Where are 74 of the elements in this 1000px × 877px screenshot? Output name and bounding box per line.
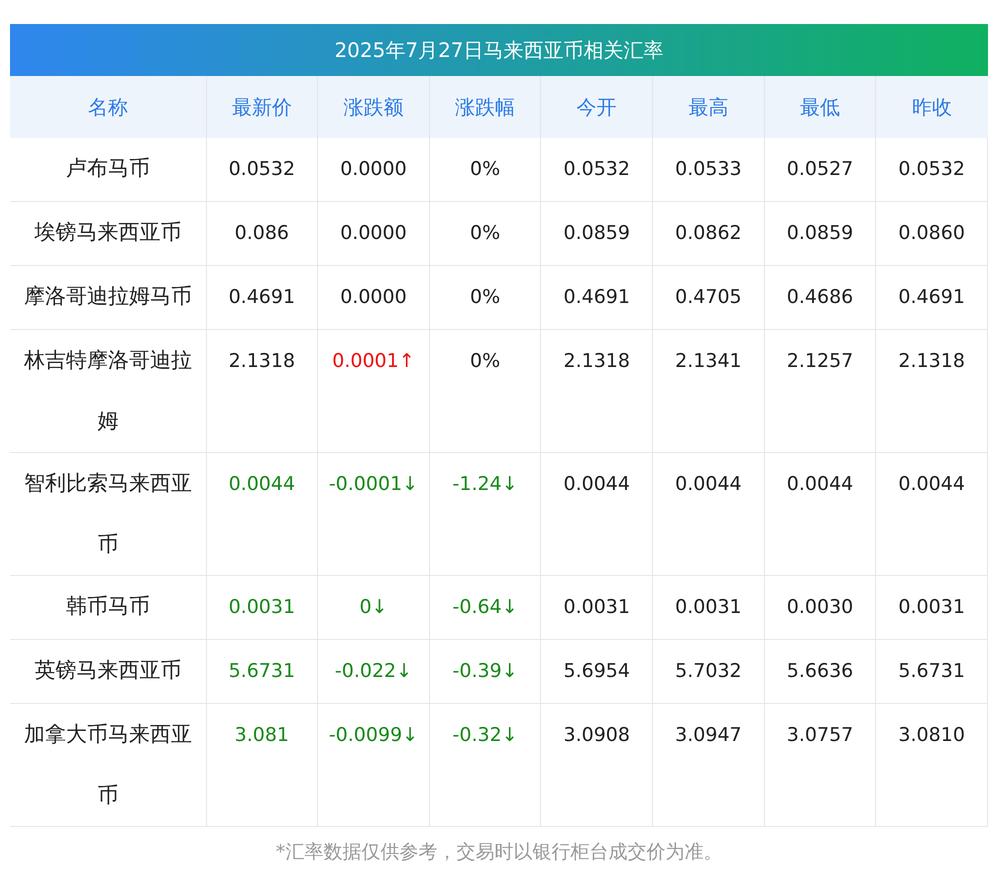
table-title: 2025年7月27日马来西亚币相关汇率 <box>10 24 988 76</box>
table-cell: 3.0908 <box>540 704 653 826</box>
column-header: 最低 <box>764 76 876 138</box>
table-cell: 0.0001↑ <box>318 330 430 452</box>
table-cell: 0.4686 <box>764 266 876 330</box>
column-header: 名称 <box>10 76 206 138</box>
table-cell: -0.32↓ <box>429 704 541 826</box>
table-cell: 0.0031 <box>876 576 988 640</box>
table-cell: 0.0000 <box>318 202 430 266</box>
table-cell: 0.0859 <box>540 202 653 266</box>
table-cell: 5.6731 <box>876 640 988 704</box>
currency-name: 埃镑马来西亚币 <box>10 202 206 266</box>
table-cell: 0.4691 <box>876 266 988 330</box>
table-cell: 5.7032 <box>652 640 764 704</box>
column-header: 最高 <box>652 76 764 138</box>
table-cell: 5.6954 <box>540 640 653 704</box>
table-cell: 2.1257 <box>764 330 876 452</box>
table-cell: 3.0810 <box>876 704 988 826</box>
table-cell: 2.1341 <box>652 330 764 452</box>
table-cell: 0.0044 <box>540 452 653 576</box>
column-header: 最新价 <box>206 76 318 138</box>
table-cell: 0% <box>429 330 541 452</box>
currency-name: 智利比索马来西亚币 <box>10 452 206 576</box>
table-cell: 0.0860 <box>876 202 988 266</box>
column-header: 涨跌额 <box>318 76 430 138</box>
table-cell: 0% <box>429 138 541 202</box>
table-cell: 3.081 <box>206 704 318 826</box>
table-cell: 0.0862 <box>652 202 764 266</box>
table-cell: 0.4691 <box>540 266 653 330</box>
table-cell: 0.0532 <box>540 138 653 202</box>
currency-name: 林吉特摩洛哥迪拉姆 <box>10 330 206 452</box>
table-cell: 3.0757 <box>764 704 876 826</box>
table-cell: 0% <box>429 202 541 266</box>
table-cell: 5.6636 <box>764 640 876 704</box>
table-cell: 3.0947 <box>652 704 764 826</box>
disclaimer-note: *汇率数据仅供参考，交易时以银行柜台成交价为准。 <box>274 840 724 865</box>
table-cell: 0% <box>429 266 541 330</box>
table-cell: 0.086 <box>206 202 318 266</box>
table-cell: -1.24↓ <box>429 452 541 576</box>
table-cell: 0.0532 <box>206 138 318 202</box>
table-cell: 0.0031 <box>652 576 764 640</box>
table-cell: 0.0527 <box>764 138 876 202</box>
table-cell: 0.0533 <box>652 138 764 202</box>
table-cell: 2.1318 <box>540 330 653 452</box>
table-cell: 0.0000 <box>318 266 430 330</box>
currency-name: 英镑马来西亚币 <box>10 640 206 704</box>
currency-name: 韩币马币 <box>10 576 206 640</box>
table-cell: -0.64↓ <box>429 576 541 640</box>
table-cell: -0.0001↓ <box>318 452 430 576</box>
table-cell: 0.0031 <box>540 576 653 640</box>
table-cell: 0↓ <box>318 576 430 640</box>
table-cell: 0.0532 <box>876 138 988 202</box>
table-cell: 0.0044 <box>206 452 318 576</box>
column-header: 昨收 <box>876 76 988 138</box>
table-cell: 0.0044 <box>652 452 764 576</box>
column-header: 今开 <box>540 76 653 138</box>
table-cell: 0.0000 <box>318 138 430 202</box>
table-cell: 5.6731 <box>206 640 318 704</box>
table-cell: 2.1318 <box>206 330 318 452</box>
currency-name: 卢布马币 <box>10 138 206 202</box>
table-cell: -0.0099↓ <box>318 704 430 826</box>
table-cell: -0.022↓ <box>318 640 430 704</box>
currency-name: 加拿大币马来西亚币 <box>10 704 206 826</box>
currency-name: 摩洛哥迪拉姆马币 <box>10 266 206 330</box>
column-header: 涨跌幅 <box>429 76 541 138</box>
table-cell: 0.0030 <box>764 576 876 640</box>
table-cell: 0.4705 <box>652 266 764 330</box>
table-cell: 0.0859 <box>764 202 876 266</box>
table-cell: 0.0044 <box>876 452 988 576</box>
table-cell: 0.0044 <box>764 452 876 576</box>
table-cell: 0.0031 <box>206 576 318 640</box>
table-cell: -0.39↓ <box>429 640 541 704</box>
table-cell: 0.4691 <box>206 266 318 330</box>
table-cell: 2.1318 <box>876 330 988 452</box>
